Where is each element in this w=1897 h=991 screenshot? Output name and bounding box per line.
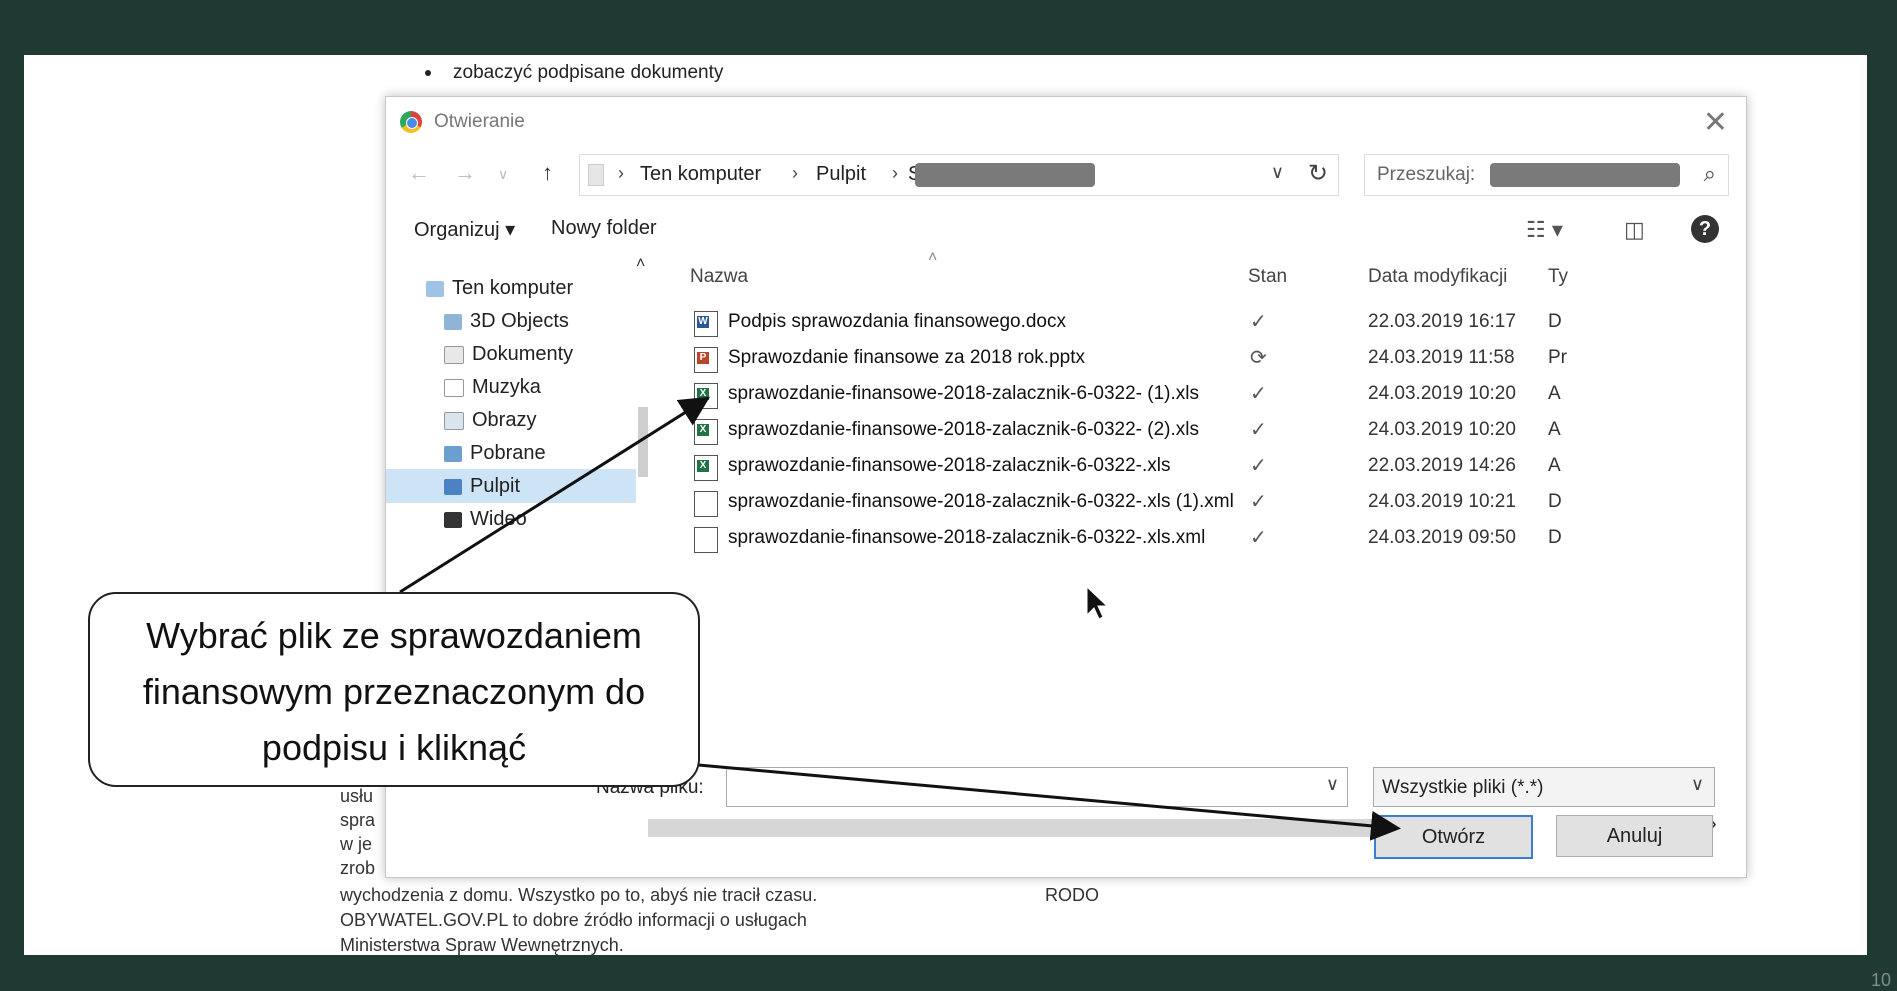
arrow-to-file [399,396,711,594]
instruction-callout: Wybrać plik ze sprawozdaniem finansowym … [88,592,700,787]
annotation-arrows [399,396,1401,841]
mouse-cursor-icon [1085,585,1111,626]
page-number: 10 [1870,970,1891,990]
